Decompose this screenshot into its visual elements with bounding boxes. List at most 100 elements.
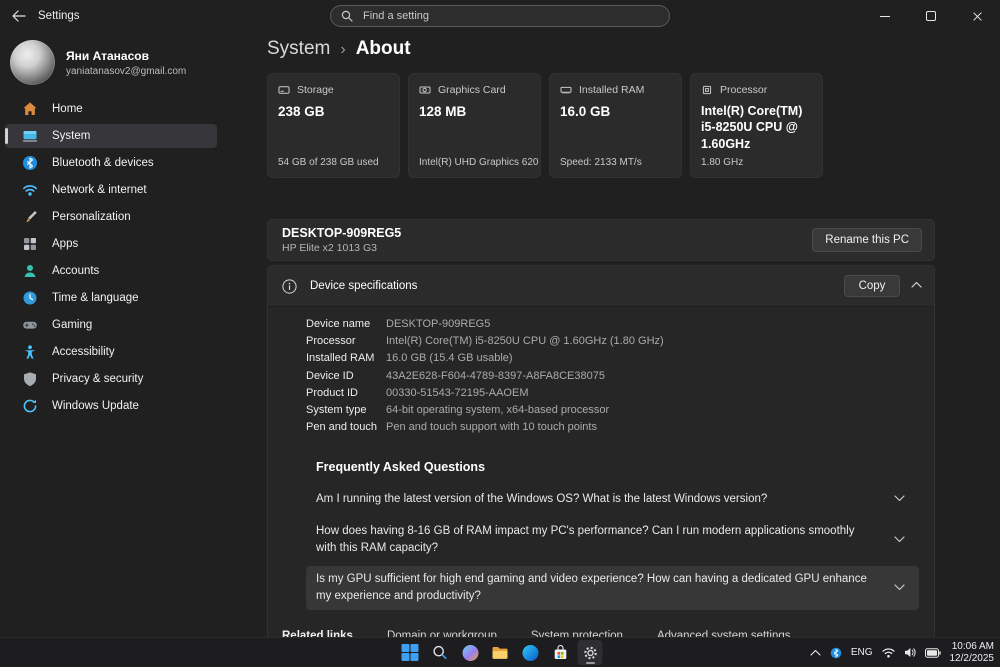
- sidebar-item-label: Gaming: [52, 319, 93, 331]
- rename-pc-button[interactable]: Rename this PC: [812, 228, 922, 252]
- spec-label: System type: [306, 404, 367, 417]
- user-email: yaniatanasov2@gmail.com: [66, 65, 187, 77]
- card-label: Graphics Card: [438, 84, 506, 96]
- card-caption: 54 GB of 238 GB used: [278, 157, 379, 168]
- language-indicator[interactable]: ENG: [851, 647, 873, 658]
- sidebar-item-accessibility[interactable]: Accessibility: [5, 340, 217, 364]
- spec-value: DESKTOP-909REG5: [386, 317, 491, 330]
- spec-value: Pen and touch support with 10 touch poin…: [386, 421, 597, 434]
- sidebar-item-privacy-security[interactable]: Privacy & security: [5, 367, 217, 391]
- card-caption: Intel(R) UHD Graphics 620: [419, 157, 539, 168]
- sidebar-item-system[interactable]: System: [5, 124, 217, 148]
- device-name-row: DESKTOP-909REG5 HP Elite x2 1013 G3 Rena…: [267, 219, 935, 261]
- graphics-card-card: Graphics Card 128 MB Intel(R) UHD Graphi…: [408, 73, 541, 178]
- sidebar-item-label: System: [52, 130, 91, 142]
- privacy-icon: [24, 372, 36, 387]
- spec-value: 43A2E628-F604-4789-8397-A8FA8CE38075: [386, 369, 605, 382]
- battery-tray-icon[interactable]: [924, 647, 941, 658]
- wifi-tray-icon[interactable]: [881, 647, 895, 658]
- spec-row: Device name DESKTOP-909REG5: [268, 315, 934, 332]
- sidebar-item-home[interactable]: Home: [5, 97, 217, 121]
- spec-label: Product ID: [306, 386, 358, 399]
- user-account[interactable]: Яни Атанасов yaniatanasov2@gmail.com: [10, 40, 186, 85]
- spec-row: Pen and touch Pen and touch support with…: [268, 419, 934, 436]
- user-name: Яни Атанасов: [66, 48, 149, 63]
- minimize-icon: [880, 15, 890, 17]
- close-button[interactable]: [954, 0, 1000, 32]
- back-button[interactable]: [6, 3, 32, 29]
- file-explorer-button[interactable]: [488, 640, 513, 665]
- spec-row: Product ID 00330-51543-72195-AAOEM: [268, 384, 934, 401]
- copilot-icon: [462, 644, 478, 661]
- search-input[interactable]: [361, 9, 659, 23]
- tray-date: 12/2/2025: [949, 652, 995, 664]
- bluetooth-tray-icon[interactable]: [830, 647, 842, 659]
- card-label: Storage: [297, 84, 334, 96]
- hidden-icons-chevron-icon[interactable]: [810, 649, 821, 656]
- sidebar-item-windows-update[interactable]: Windows Update: [5, 394, 217, 418]
- accessibility-icon: [24, 345, 36, 359]
- sidebar-item-label: Personalization: [52, 211, 131, 223]
- spec-value: 64-bit operating system, x64-based proce…: [386, 404, 610, 417]
- app-title: Settings: [38, 10, 80, 22]
- copilot-button[interactable]: [458, 640, 483, 665]
- edge-button[interactable]: [518, 640, 543, 665]
- card-value: Intel(R) Core(TM) i5-8250U CPU @ 1.60GHz: [701, 104, 803, 151]
- card-label: Processor: [720, 84, 768, 96]
- time-language-icon: [23, 291, 37, 305]
- device-specifications-header[interactable]: Device specifications Copy: [268, 266, 934, 306]
- settings-taskbar-button[interactable]: [577, 640, 603, 665]
- copy-button[interactable]: Copy: [844, 275, 900, 297]
- windows-start-icon: [401, 644, 419, 661]
- card-caption: Speed: 2133 MT/s: [560, 157, 642, 168]
- spec-value: 00330-51543-72195-AAOEM: [386, 386, 529, 399]
- microsoft-store-button[interactable]: [548, 640, 573, 665]
- sidebar-item-time-language[interactable]: Time & language: [5, 286, 217, 310]
- sidebar-item-accounts[interactable]: Accounts: [5, 259, 217, 283]
- sidebar-item-bluetooth-devices[interactable]: Bluetooth & devices: [5, 151, 217, 175]
- sidebar-item-label: Bluetooth & devices: [52, 157, 154, 169]
- sidebar-item-personalization[interactable]: Personalization: [5, 205, 217, 229]
- windows-update-icon: [23, 399, 37, 413]
- avatar: [10, 40, 55, 85]
- sidebar-item-network-internet[interactable]: Network & internet: [5, 178, 217, 202]
- breadcrumb-separator: ›: [340, 40, 346, 58]
- sidebar-nav: Home System Bluetooth & devices Network …: [0, 97, 222, 421]
- start-button[interactable]: [398, 640, 423, 665]
- accounts-icon: [24, 265, 36, 277]
- restore-button[interactable]: [908, 0, 954, 32]
- sidebar-item-apps[interactable]: Apps: [5, 232, 217, 256]
- home-icon: [23, 102, 37, 115]
- sidebar-item-label: Accounts: [52, 265, 100, 277]
- search-icon: [341, 10, 353, 22]
- personalization-icon: [26, 211, 37, 223]
- breadcrumb-system[interactable]: System: [267, 38, 330, 60]
- minimize-button[interactable]: [862, 0, 908, 32]
- sidebar-item-gaming[interactable]: Gaming: [5, 313, 217, 337]
- volume-tray-icon[interactable]: [904, 647, 916, 658]
- taskbar-buttons: [398, 640, 603, 665]
- titlebar: Settings: [0, 0, 1000, 32]
- settings-gear-icon: [583, 646, 597, 659]
- taskbar-search-button[interactable]: [428, 640, 453, 665]
- processor-icon: [702, 85, 712, 95]
- faq-question-3[interactable]: Is my GPU sufficient for high end gaming…: [306, 566, 919, 611]
- main-content: System › About Storage 238 GB 54 GB of 2…: [267, 32, 935, 667]
- spec-row: Processor Intel(R) Core(TM) i5-8250U CPU…: [268, 332, 934, 349]
- close-icon: [972, 11, 983, 22]
- taskbar: ENG 10:06 AM 12/2/2025: [0, 637, 1000, 667]
- faq-question-text: Is my GPU sufficient for high end gaming…: [316, 573, 867, 603]
- settings-search-box[interactable]: [330, 5, 670, 27]
- clock[interactable]: 10:06 AM 12/2/2025: [950, 641, 995, 665]
- edge-icon: [522, 644, 538, 661]
- spec-row: System type 64-bit operating system, x64…: [268, 401, 934, 418]
- sidebar-item-label: Windows Update: [52, 400, 139, 412]
- page-title: About: [355, 38, 411, 59]
- window-controls: [862, 0, 1000, 32]
- faq-question-2[interactable]: How does having 8-16 GB of RAM impact my…: [306, 518, 919, 562]
- breadcrumb: System › About: [267, 38, 935, 60]
- spec-label: Processor: [306, 334, 356, 347]
- chevron-up-icon[interactable]: [911, 281, 922, 288]
- processor-card: Processor Intel(R) Core(TM) i5-8250U CPU…: [690, 73, 823, 178]
- faq-question-1[interactable]: Am I running the latest version of the W…: [306, 484, 919, 514]
